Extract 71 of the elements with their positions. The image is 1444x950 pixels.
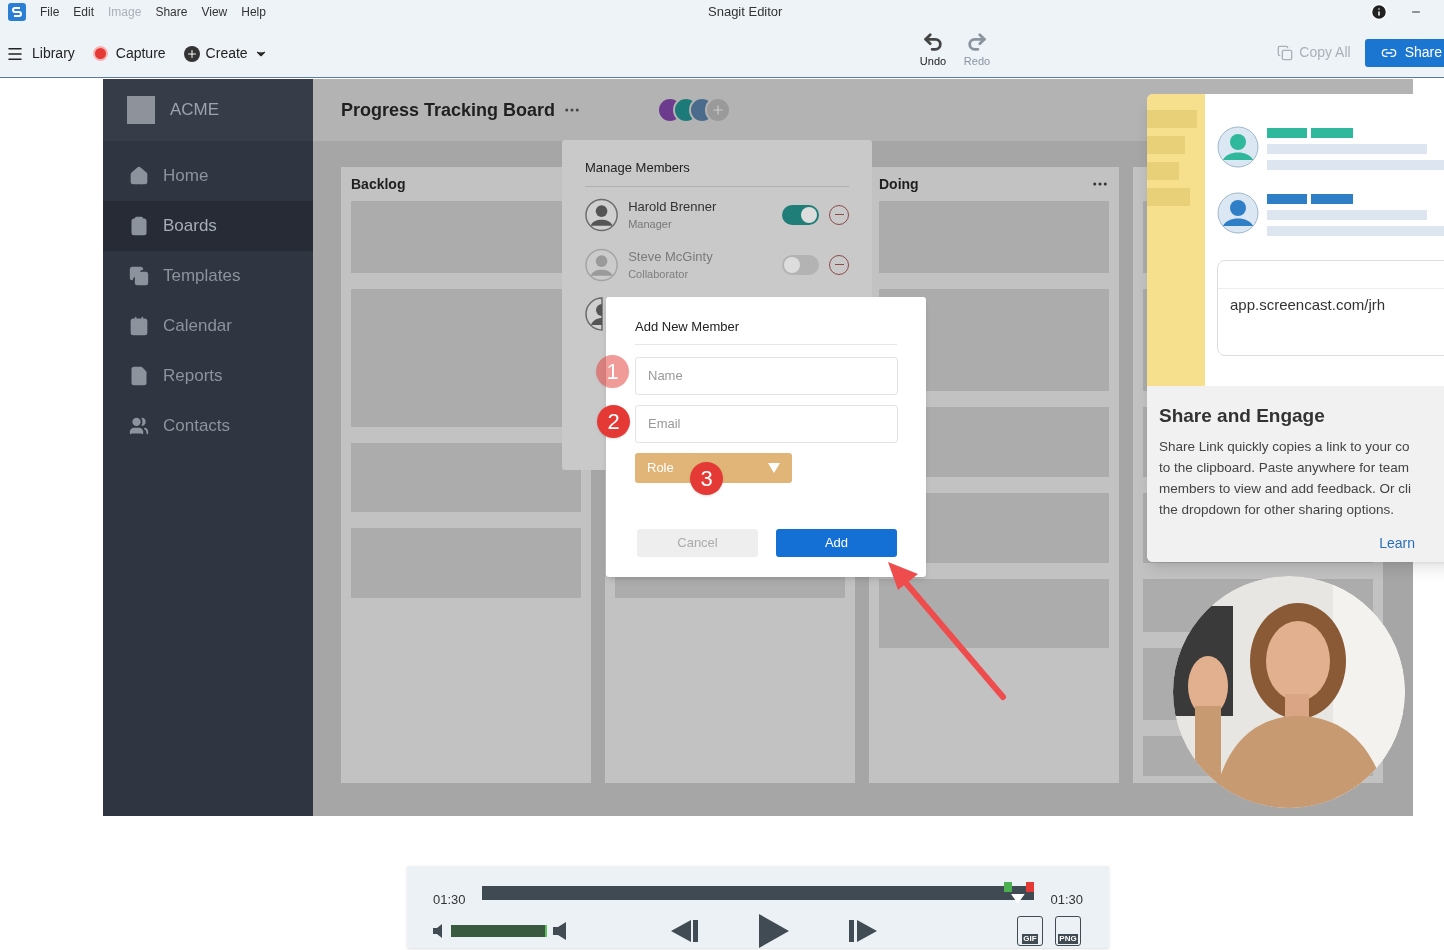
calendar-icon bbox=[129, 316, 149, 336]
avatar-icon bbox=[585, 296, 603, 331]
link-field[interactable]: app.screencast.com/jrh bbox=[1217, 260, 1444, 356]
add-button[interactable]: Add bbox=[776, 528, 897, 557]
menu-item[interactable]: View bbox=[201, 3, 228, 21]
window-title: Snagit Editor bbox=[708, 3, 783, 22]
library-button[interactable]: Library bbox=[6, 43, 75, 64]
body-text: to the clipboard. Paste anywhere for team bbox=[1159, 458, 1410, 477]
clipboard-icon bbox=[129, 216, 149, 236]
body-text: the dropdown for other sharing options. bbox=[1159, 500, 1395, 519]
column-title: Backlog bbox=[351, 174, 406, 194]
menu-item[interactable]: Edit bbox=[73, 3, 95, 21]
share-button[interactable]: Share bbox=[1364, 38, 1444, 67]
body-text: members to view and add feedback. Or cli bbox=[1159, 479, 1413, 498]
toggle-switch[interactable] bbox=[782, 204, 820, 225]
trim-end-icon[interactable] bbox=[1026, 881, 1035, 892]
nav-item[interactable]: Contacts bbox=[103, 401, 313, 451]
nav-item[interactable]: Templates bbox=[103, 251, 313, 301]
app-logo-icon bbox=[8, 3, 26, 21]
panel-title: Manage Members bbox=[585, 158, 849, 187]
nav-item[interactable]: Boards bbox=[103, 201, 313, 251]
member-name: Harold Brenner bbox=[628, 197, 718, 216]
link-text: app.screencast.com/jrh bbox=[1229, 295, 1387, 315]
play-icon[interactable] bbox=[759, 913, 789, 948]
nav-item[interactable]: Calendar bbox=[103, 301, 313, 351]
plus-icon bbox=[183, 45, 200, 62]
volume-high-icon[interactable] bbox=[553, 921, 567, 940]
menu-item[interactable]: Help bbox=[241, 3, 266, 21]
undo-icon bbox=[922, 31, 944, 54]
column-title: Doing bbox=[879, 174, 919, 194]
avatar-icon bbox=[585, 247, 619, 282]
trim-start-icon[interactable] bbox=[1004, 881, 1013, 892]
learn-more-link[interactable]: Learn bbox=[1379, 532, 1415, 554]
brand-name: ACME bbox=[170, 99, 220, 122]
member-role: Manager bbox=[628, 217, 673, 232]
undo-button[interactable]: Undo bbox=[918, 31, 948, 70]
step-number: 1 bbox=[596, 355, 629, 388]
export-button[interactable]: GIF bbox=[1017, 915, 1043, 946]
info-icon[interactable] bbox=[1370, 3, 1388, 21]
nav-item[interactable]: Reports bbox=[103, 351, 313, 401]
time-label: 01:30 bbox=[1050, 891, 1083, 909]
step-back-icon[interactable] bbox=[671, 919, 699, 942]
menu-item[interactable]: File bbox=[40, 3, 60, 21]
home-icon bbox=[129, 166, 149, 186]
member-name: Steve McGinty bbox=[628, 247, 714, 266]
panel-heading: Share and Engage bbox=[1159, 404, 1326, 428]
nav-item[interactable]: Home bbox=[103, 151, 313, 201]
redo-icon bbox=[966, 31, 988, 54]
record-icon bbox=[92, 46, 108, 61]
capture-button[interactable]: Capture bbox=[92, 43, 166, 64]
export-button[interactable]: PNG bbox=[1055, 915, 1081, 946]
create-button[interactable]: Create bbox=[183, 43, 268, 64]
avatar-icon bbox=[585, 197, 619, 232]
input-field[interactable]: Name bbox=[635, 356, 898, 395]
logo-icon bbox=[127, 96, 155, 124]
caret-icon bbox=[768, 462, 780, 473]
volume-low-icon[interactable] bbox=[433, 923, 443, 938]
menu-item[interactable]: Share bbox=[155, 3, 188, 21]
time-label: 01:30 bbox=[433, 891, 466, 909]
pages-icon bbox=[129, 266, 149, 286]
volume-fill[interactable] bbox=[451, 924, 547, 937]
board-title: Progress Tracking Board bbox=[341, 98, 556, 122]
member-avatars[interactable] bbox=[657, 97, 732, 123]
document-icon bbox=[129, 366, 149, 386]
member-role: Collaborator bbox=[628, 267, 690, 282]
people-icon bbox=[129, 416, 149, 436]
copy-icon bbox=[1277, 44, 1294, 61]
input-field[interactable]: Email bbox=[635, 404, 898, 443]
body-text: Share Link quickly copies a link to your co bbox=[1159, 437, 1411, 456]
step-forward-icon[interactable] bbox=[849, 919, 877, 942]
dialog-title: Add New Member bbox=[635, 317, 897, 345]
